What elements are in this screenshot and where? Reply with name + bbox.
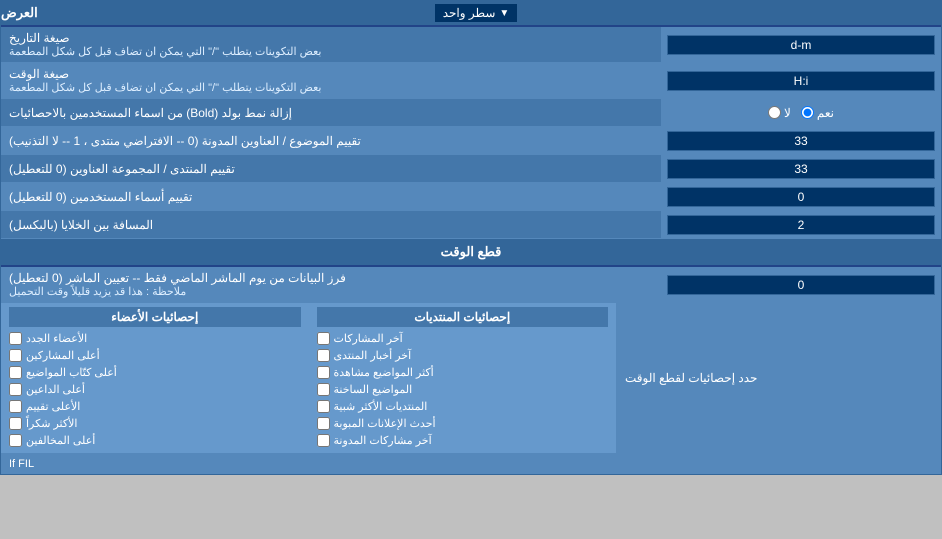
dropdown-arrow-icon: ▼ bbox=[499, 8, 509, 19]
bold-radio-no-label[interactable]: لا bbox=[768, 106, 791, 120]
date-format-main-label: صيغة التاريخ bbox=[9, 31, 70, 45]
forum-order-text: تقييم المنتدى / المجموعة العناوين (0 للت… bbox=[9, 162, 235, 176]
topic-order-row: تقييم الموضوع / العناوين المدونة (0 -- ا… bbox=[1, 127, 941, 155]
forum-stat-checkbox-5[interactable] bbox=[317, 400, 330, 413]
forum-stat-item-6: أحدث الإعلانات المبوبة bbox=[317, 415, 609, 432]
user-names-text: تقييم أسماء المستخدمين (0 للتعطيل) bbox=[9, 190, 192, 204]
topic-order-text: تقييم الموضوع / العناوين المدونة (0 -- ا… bbox=[9, 134, 361, 148]
cut-days-sub-label: ملاحظة : هذا قد يزيد قليلاً وقت التحميل bbox=[9, 285, 186, 298]
cut-section-title: قطع الوقت bbox=[441, 244, 502, 259]
member-stat-checkbox-2[interactable] bbox=[9, 349, 22, 362]
checkbox-section: حدد إحصائيات لقطع الوقت إحصائيات المنتدي… bbox=[1, 303, 941, 454]
forum-stat-item-3: أكثر المواضيع مشاهدة bbox=[317, 364, 609, 381]
forum-stat-checkbox-4[interactable] bbox=[317, 383, 330, 396]
date-format-input-cell bbox=[661, 27, 941, 62]
cut-days-input[interactable] bbox=[667, 275, 935, 295]
page-title: العرض bbox=[1, 5, 38, 21]
member-stat-item-3: أعلى كتّاب المواضيع bbox=[9, 364, 301, 381]
time-format-input[interactable] bbox=[667, 71, 935, 91]
member-stat-item-1: الأعضاء الجدد bbox=[9, 330, 301, 347]
user-names-label: تقييم أسماء المستخدمين (0 للتعطيل) bbox=[1, 183, 661, 210]
cell-spacing-row: المسافة بين الخلايا (بالبكسل) bbox=[1, 211, 941, 239]
bold-radio-group: لا نعم bbox=[768, 106, 834, 120]
bold-radio-no[interactable] bbox=[768, 106, 781, 119]
forum-order-label: تقييم المنتدى / المجموعة العناوين (0 للت… bbox=[1, 155, 661, 182]
member-stat-item-2: أعلى المشاركين bbox=[9, 347, 301, 364]
user-names-input-cell bbox=[661, 183, 941, 210]
member-stat-checkbox-1[interactable] bbox=[9, 332, 22, 345]
time-format-row: صيغة الوقت بعض التكوينات يتطلب "/" التي … bbox=[1, 63, 941, 99]
forum-stat-item-7: آخر مشاركات المدونة bbox=[317, 432, 609, 449]
member-stat-item-6: الأكثر شكراً bbox=[9, 415, 301, 432]
time-format-main-label: صيغة الوقت bbox=[9, 67, 69, 81]
bottom-note: If FIL bbox=[1, 454, 941, 474]
forum-stat-item-2: آخر أخبار المنتدى bbox=[317, 347, 609, 364]
forum-order-input-cell bbox=[661, 155, 941, 182]
bold-radio-yes[interactable] bbox=[801, 106, 814, 119]
header-row: ▼ سطر واحد العرض bbox=[1, 1, 941, 27]
forum-stats-col: إحصائيات المنتديات آخر المشاركات آخر أخب… bbox=[309, 303, 618, 453]
main-container: ▼ سطر واحد العرض صيغة التاريخ بعض التكوي… bbox=[0, 0, 942, 475]
forum-stat-item-1: آخر المشاركات bbox=[317, 330, 609, 347]
dropdown-label: سطر واحد bbox=[443, 6, 496, 20]
topic-order-label: تقييم الموضوع / العناوين المدونة (0 -- ا… bbox=[1, 127, 661, 154]
forum-order-input[interactable] bbox=[667, 159, 935, 179]
cell-spacing-text: المسافة بين الخلايا (بالبكسل) bbox=[9, 218, 153, 232]
bold-remove-row: لا نعم إزالة نمط بولد (Bold) من اسماء ال… bbox=[1, 99, 941, 127]
bold-radio-yes-label[interactable]: نعم bbox=[801, 106, 834, 120]
bold-remove-label: إزالة نمط بولد (Bold) من اسماء المستخدمي… bbox=[1, 99, 661, 126]
forum-stat-checkbox-1[interactable] bbox=[317, 332, 330, 345]
member-stat-checkbox-4[interactable] bbox=[9, 383, 22, 396]
topic-order-input-cell bbox=[661, 127, 941, 154]
member-stat-checkbox-7[interactable] bbox=[9, 434, 22, 447]
date-format-input[interactable] bbox=[667, 35, 935, 55]
cut-days-row: فرز البيانات من يوم الماشر الماضي فقط --… bbox=[1, 267, 941, 303]
forum-stat-checkbox-2[interactable] bbox=[317, 349, 330, 362]
cut-days-main-label: فرز البيانات من يوم الماشر الماضي فقط --… bbox=[9, 271, 346, 285]
checkbox-columns: إحصائيات المنتديات آخر المشاركات آخر أخب… bbox=[1, 303, 617, 453]
stats-apply-label: حدد إحصائيات لقطع الوقت bbox=[625, 371, 757, 385]
member-stats-col: إحصائيات الأعضاء الأعضاء الجدد أعلى المش… bbox=[1, 303, 309, 453]
time-format-sub-label: بعض التكوينات يتطلب "/" التي يمكن ان تضا… bbox=[9, 81, 321, 94]
forum-order-row: تقييم المنتدى / المجموعة العناوين (0 للت… bbox=[1, 155, 941, 183]
member-stat-item-7: أعلى المخالفين bbox=[9, 432, 301, 449]
forum-stat-checkbox-3[interactable] bbox=[317, 366, 330, 379]
user-names-input[interactable] bbox=[667, 187, 935, 207]
forum-stat-item-5: المنتديات الأكثر شبية bbox=[317, 398, 609, 415]
cell-spacing-label: المسافة بين الخلايا (بالبكسل) bbox=[1, 211, 661, 238]
cell-spacing-input[interactable] bbox=[667, 215, 935, 235]
forum-stats-header: إحصائيات المنتديات bbox=[317, 307, 609, 327]
topic-order-input[interactable] bbox=[667, 131, 935, 151]
date-format-row: صيغة التاريخ بعض التكوينات يتطلب "/" الت… bbox=[1, 27, 941, 63]
member-stat-checkbox-3[interactable] bbox=[9, 366, 22, 379]
bold-remove-input-cell: لا نعم bbox=[661, 99, 941, 126]
time-format-input-cell bbox=[661, 63, 941, 98]
bold-remove-text: إزالة نمط بولد (Bold) من اسماء المستخدمي… bbox=[9, 106, 292, 120]
member-stats-header: إحصائيات الأعضاء bbox=[9, 307, 301, 327]
forum-stat-item-4: المواضيع الساخنة bbox=[317, 381, 609, 398]
member-stat-item-4: أعلى الداعين bbox=[9, 381, 301, 398]
date-format-label: صيغة التاريخ بعض التكوينات يتطلب "/" الت… bbox=[1, 27, 661, 62]
forum-stat-checkbox-6[interactable] bbox=[317, 417, 330, 430]
member-stat-item-5: الأعلى تقييم bbox=[9, 398, 301, 415]
display-dropdown[interactable]: ▼ سطر واحد bbox=[434, 3, 519, 23]
stats-apply-label-cell: حدد إحصائيات لقطع الوقت bbox=[617, 303, 941, 453]
user-names-row: تقييم أسماء المستخدمين (0 للتعطيل) bbox=[1, 183, 941, 211]
member-stat-checkbox-6[interactable] bbox=[9, 417, 22, 430]
forum-stat-checkbox-7[interactable] bbox=[317, 434, 330, 447]
time-format-label: صيغة الوقت بعض التكوينات يتطلب "/" التي … bbox=[1, 63, 661, 98]
member-stat-checkbox-5[interactable] bbox=[9, 400, 22, 413]
cut-days-input-cell bbox=[661, 267, 941, 302]
date-format-sub-label: بعض التكوينات يتطلب "/" التي يمكن ان تضا… bbox=[9, 45, 321, 58]
cell-spacing-input-cell bbox=[661, 211, 941, 238]
cut-section-header: قطع الوقت bbox=[1, 239, 941, 267]
cut-days-label: فرز البيانات من يوم الماشر الماضي فقط --… bbox=[1, 267, 661, 302]
